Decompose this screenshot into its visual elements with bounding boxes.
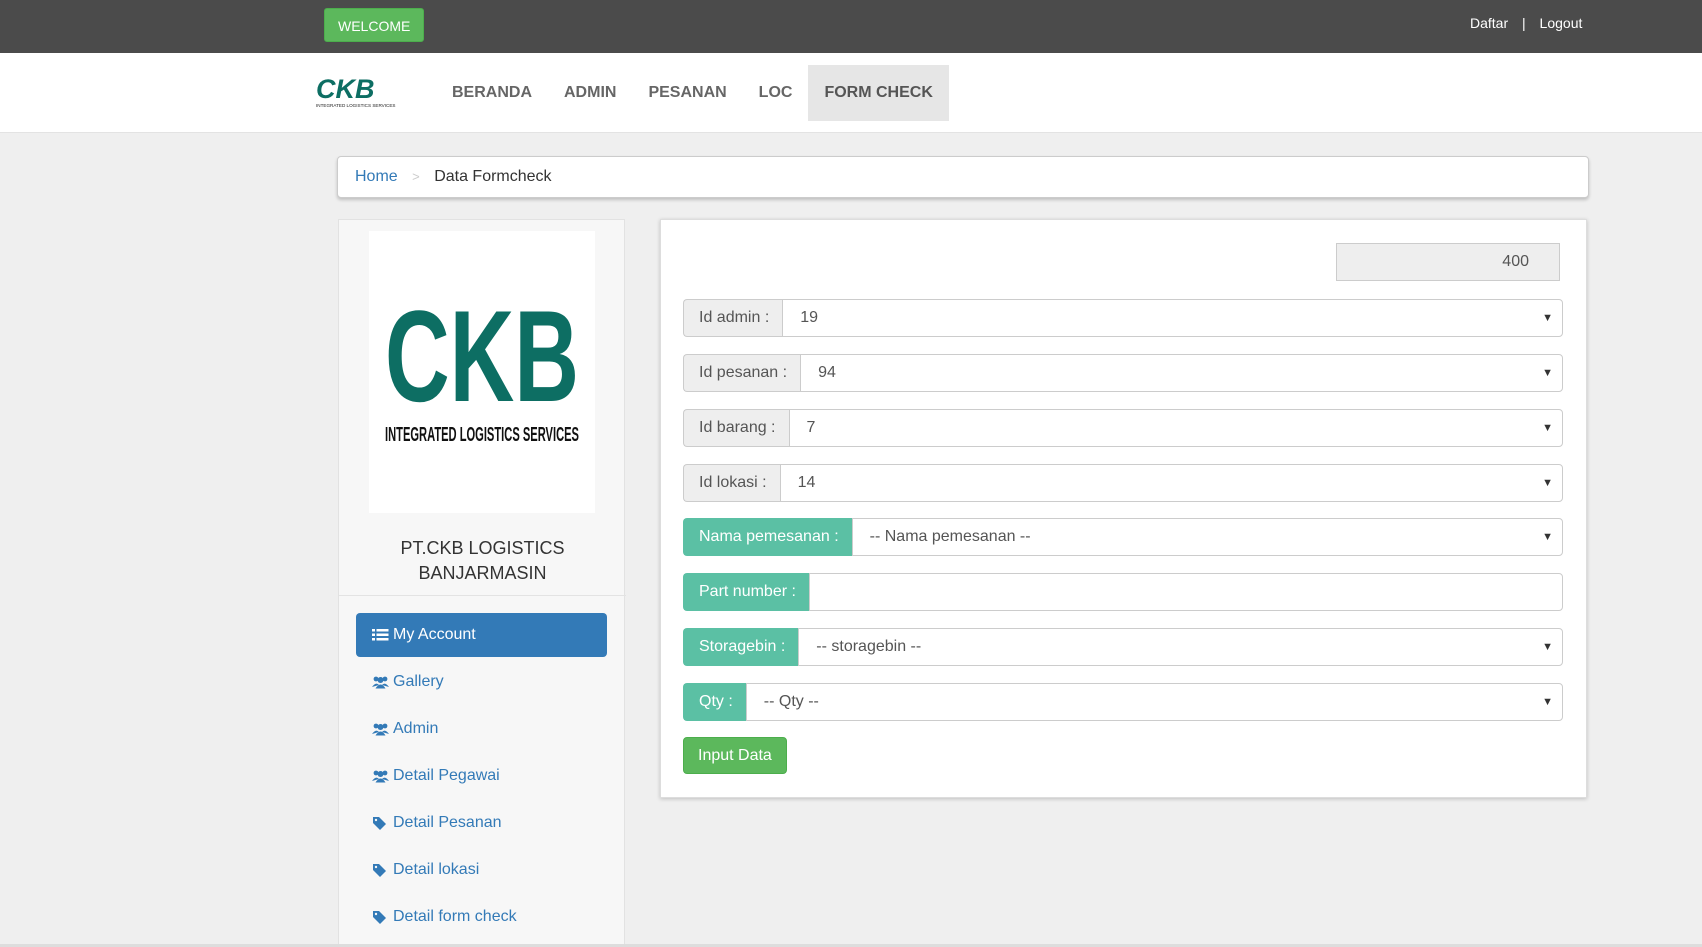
- id-barang-label: Id barang :: [683, 409, 789, 447]
- sidebar-item-label: Detail Pesanan: [393, 814, 502, 831]
- id-pesanan-row: Id pesanan : 94 ▼: [683, 354, 1563, 392]
- id-lokasi-select[interactable]: 14 ▼: [779, 464, 1563, 502]
- storagebin-value: -- storagebin --: [816, 638, 922, 655]
- users-icon: [372, 770, 389, 783]
- top-links: Daftar | Logout: [1470, 15, 1582, 31]
- sidebar-item-detail-pesanan[interactable]: Detail Pesanan: [356, 801, 607, 845]
- brand-logo-subtitle: INTEGRATED LOGISTICS SERVICES: [316, 103, 395, 108]
- input-data-button[interactable]: Input Data: [683, 737, 787, 774]
- qty-value: -- Qty --: [763, 693, 819, 710]
- part-number-label: Part number :: [683, 573, 809, 611]
- id-pesanan-value: 94: [818, 364, 836, 381]
- breadcrumb-current: Data Formcheck: [434, 168, 552, 185]
- nama-pemesanan-label: Nama pemesanan :: [683, 518, 852, 556]
- company-logo-box: CKB INTEGRATED LOGISTICS SERVICES: [369, 231, 595, 513]
- sidebar-item-label: Detail lokasi: [393, 861, 480, 878]
- tag-icon: [373, 817, 386, 830]
- nav-item-loc[interactable]: LOC: [743, 65, 809, 121]
- id-pesanan-select[interactable]: 94 ▼: [800, 354, 1563, 392]
- count-field[interactable]: 400: [1336, 243, 1560, 281]
- tag-icon: [373, 864, 386, 877]
- nama-pemesanan-row: Nama pemesanan : -- Nama pemesanan -- ▼: [683, 518, 1563, 556]
- id-pesanan-label: Id pesanan :: [683, 354, 801, 392]
- company-logo-subtitle: INTEGRATED LOGISTICS SERVICES: [385, 424, 579, 446]
- sidebar-item-label: My Account: [393, 626, 476, 643]
- storagebin-label: Storagebin :: [683, 628, 799, 666]
- qty-select[interactable]: -- Qty -- ▼: [745, 683, 1563, 721]
- sidebar-item-detail-pegawai[interactable]: Detail Pegawai: [356, 754, 607, 798]
- top-bar: WELCOME Daftar | Logout: [0, 0, 1702, 53]
- part-number-input[interactable]: [808, 573, 1563, 611]
- sidebar: CKB INTEGRATED LOGISTICS SERVICES PT.CKB…: [338, 219, 626, 947]
- chevron-down-icon: ▼: [1542, 367, 1553, 379]
- chevron-down-icon: ▼: [1542, 312, 1553, 324]
- part-number-row: Part number :: [683, 573, 1563, 611]
- register-link[interactable]: Daftar: [1470, 15, 1508, 31]
- chevron-down-icon: ▼: [1542, 696, 1553, 708]
- tag-icon: [373, 911, 386, 924]
- breadcrumb-separator: >: [412, 169, 420, 184]
- sidebar-item-label: Gallery: [393, 673, 444, 690]
- users-icon: [372, 676, 389, 689]
- link-separator: |: [1522, 15, 1526, 31]
- nav-item-admin[interactable]: ADMIN: [548, 65, 632, 121]
- qty-label: Qty :: [683, 683, 746, 721]
- sidebar-item-my-account[interactable]: My Account: [356, 613, 607, 657]
- nama-pemesanan-select[interactable]: -- Nama pemesanan -- ▼: [851, 518, 1563, 556]
- id-admin-label: Id admin :: [683, 299, 783, 337]
- nav-item-pesanan[interactable]: PESANAN: [632, 65, 742, 121]
- breadcrumb-home-link[interactable]: Home: [355, 168, 398, 185]
- sidebar-divider: [339, 595, 626, 596]
- welcome-button[interactable]: WELCOME: [324, 8, 425, 42]
- sidebar-item-gallery[interactable]: Gallery: [356, 660, 607, 704]
- breadcrumb: Home > Data Formcheck: [337, 156, 1589, 198]
- id-barang-select[interactable]: 7 ▼: [788, 409, 1563, 447]
- id-admin-row: Id admin : 19 ▼: [683, 299, 1563, 337]
- sidebar-item-label: Detail Pegawai: [393, 767, 500, 784]
- users-icon: [372, 723, 389, 736]
- id-barang-value: 7: [806, 419, 816, 436]
- nav-item-beranda[interactable]: BERANDA: [436, 65, 548, 121]
- nama-pemesanan-value: -- Nama pemesanan --: [869, 528, 1031, 545]
- sidebar-item-label: Admin: [393, 720, 439, 737]
- chevron-down-icon: ▼: [1542, 422, 1553, 434]
- chevron-down-icon: ▼: [1542, 477, 1553, 489]
- storagebin-row: Storagebin : -- storagebin -- ▼: [683, 628, 1563, 666]
- id-lokasi-row: Id lokasi : 14 ▼: [683, 464, 1563, 502]
- chevron-down-icon: ▼: [1542, 531, 1553, 543]
- brand-logo-text: CKB: [316, 76, 375, 104]
- id-admin-select[interactable]: 19 ▼: [782, 299, 1563, 337]
- sidebar-item-detail-form-check[interactable]: Detail form check: [356, 895, 607, 939]
- brand-logo[interactable]: CKB INTEGRATED LOGISTICS SERVICES: [314, 76, 412, 110]
- company-name-line1: PT.CKB LOGISTICS: [400, 538, 565, 558]
- list-icon: [372, 629, 389, 641]
- id-admin-value: 19: [800, 309, 819, 326]
- id-lokasi-value: 14: [797, 474, 816, 491]
- id-lokasi-label: Id lokasi :: [683, 464, 780, 502]
- company-name: PT.CKB LOGISTICS BANJARMASIN: [339, 536, 626, 586]
- company-name-line2: BANJARMASIN: [418, 563, 547, 583]
- sidebar-menu: My Account Gallery Admin Detail Pegawai: [356, 613, 607, 942]
- sidebar-item-detail-lokasi[interactable]: Detail lokasi: [356, 848, 607, 892]
- logout-link[interactable]: Logout: [1540, 15, 1583, 31]
- chevron-down-icon: ▼: [1542, 641, 1553, 653]
- id-barang-row: Id barang : 7 ▼: [683, 409, 1563, 447]
- storagebin-select[interactable]: -- storagebin -- ▼: [798, 628, 1563, 666]
- nav-item-form-check[interactable]: FORM CHECK: [808, 65, 949, 121]
- company-logo: CKB INTEGRATED LOGISTICS SERVICES: [385, 283, 579, 446]
- sidebar-item-admin[interactable]: Admin: [356, 707, 607, 751]
- formcheck-panel: 400 Id admin : 19 ▼ Id pesanan : 94 ▼ Id…: [660, 219, 1587, 798]
- company-logo-text: CKB: [385, 283, 579, 429]
- nav-menu: BERANDA ADMIN PESANAN LOC FORM CHECK: [436, 65, 949, 121]
- qty-row: Qty : -- Qty -- ▼: [683, 683, 1563, 721]
- sidebar-item-label: Detail form check: [393, 908, 517, 925]
